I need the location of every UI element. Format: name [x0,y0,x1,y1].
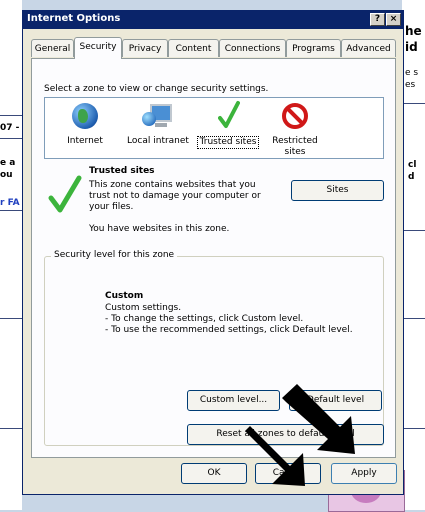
zone-description: This zone contains websites that you tru… [89,180,261,212]
bg-text: d [408,172,415,182]
bg-text: e a [0,158,16,168]
bg-divider [0,115,22,116]
bg-divider [403,103,425,104]
zone-list[interactable]: Internet Local intranet Trusted sites Re… [44,97,384,159]
tab-connections[interactable]: Connections [219,39,286,57]
title-bar[interactable]: Internet Options ? × [23,11,403,29]
custom-level-button[interactable]: Custom level... [187,390,280,411]
tab-security[interactable]: Security [74,37,122,59]
tab-programs[interactable]: Programs [286,39,341,57]
level-line: - To change the settings, click Custom l… [105,314,304,324]
bg-text: he [405,24,422,38]
zone-trusted-sites[interactable]: Trusted sites [193,100,263,149]
bg-divider [403,428,425,429]
bg-text: 07 - [0,123,20,133]
bg-link[interactable]: r FA [0,198,20,208]
bg-divider [0,210,22,211]
checkmark-icon [210,100,246,134]
monitor-globe-icon [140,100,176,134]
bg-divider [0,428,22,429]
apply-button[interactable]: Apply [331,463,397,484]
zone-title: Trusted sites [89,166,155,176]
cancel-button[interactable]: Cancel [255,463,321,484]
sites-button[interactable]: Sites [291,180,384,201]
tab-general[interactable]: General [31,39,74,57]
bg-text: ou [0,170,13,180]
bg-divider [403,318,425,319]
default-level-button[interactable]: Default level [289,390,382,411]
window-title: Internet Options [27,13,121,24]
bg-divider [0,318,22,319]
zone-label: Trusted sites [196,136,260,149]
close-button[interactable]: × [386,13,401,26]
bg-text: cl [408,160,417,170]
zone-local-intranet[interactable]: Local intranet [123,100,193,147]
internet-options-dialog: Internet Options ? × General Security Pr… [22,10,404,495]
security-tab-panel: Select a zone to view or change security… [31,58,396,458]
level-description: Custom settings. - To change the setting… [105,303,353,336]
no-entry-icon [277,100,313,134]
bg-divider [403,230,425,231]
zone-label: Internet [67,136,103,146]
tab-advanced[interactable]: Advanced [341,39,396,57]
ok-button[interactable]: OK [181,463,247,484]
checkmark-icon [48,175,82,213]
level-line: Custom settings. [105,303,182,313]
security-level-group: Security level for this zone Custom Cust… [44,250,384,446]
zone-restricted-sites[interactable]: Restricted sites [265,100,325,158]
globe-icon [67,100,103,134]
level-line: - To use the recommended settings, click… [105,325,353,335]
reset-all-zones-button[interactable]: Reset all zones to default level [187,424,384,445]
zone-internet[interactable]: Internet [50,100,120,147]
help-button[interactable]: ? [370,13,385,26]
bg-text: es [405,80,416,90]
group-label: Security level for this zone [51,250,178,260]
tab-content[interactable]: Content [168,39,219,57]
zone-instruction: Select a zone to view or change security… [44,84,269,94]
zone-sites-note: You have websites in this zone. [89,224,230,234]
bg-text: e s [405,68,419,78]
bg-text: id [405,40,418,54]
level-name: Custom [105,291,144,301]
background-page-left [0,0,22,510]
tab-privacy[interactable]: Privacy [122,39,168,57]
zone-details: Trusted sites This zone contains website… [44,166,384,236]
zone-label: Local intranet [127,136,189,146]
bg-divider [0,138,22,139]
zone-label: Restricted sites [272,136,318,157]
